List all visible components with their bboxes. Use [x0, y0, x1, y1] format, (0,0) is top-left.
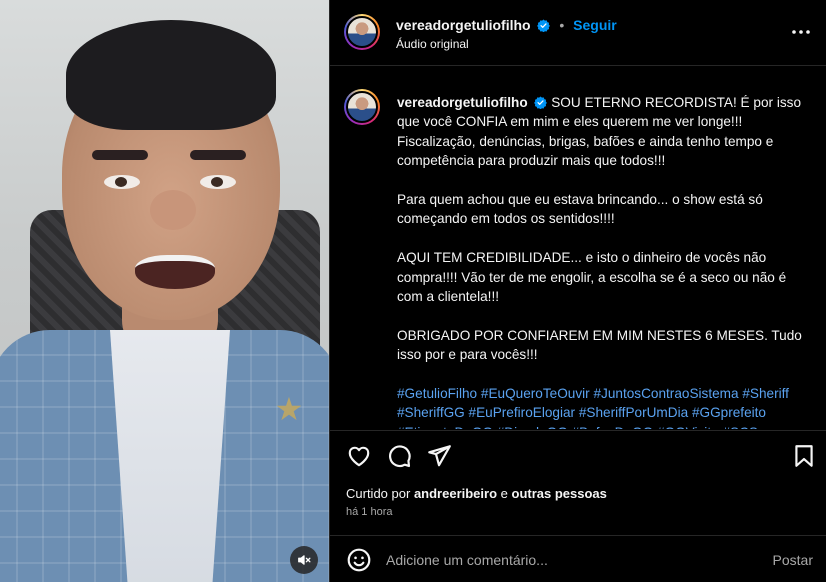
action-bar — [330, 430, 826, 480]
likes-others-link[interactable]: outras pessoas — [512, 486, 607, 501]
muted-speaker-icon — [298, 555, 311, 565]
video-left-brow — [92, 150, 148, 160]
hashtag-link[interactable]: #JuntosContraoSistema — [593, 386, 738, 401]
likes-prefix: Curtido por — [346, 486, 411, 501]
post-timestamp[interactable]: há 1 hora — [346, 506, 392, 518]
hashtag-link[interactable]: #SCS — [722, 425, 758, 429]
post-header: vereadorgetuliofilho • Seguir Áudio orig… — [330, 0, 826, 66]
likes-summary: Curtido por andreeribeiro e outras pesso… — [346, 486, 607, 501]
post-caption: vereadorgetuliofilho SOU ETERNO RECORDIS… — [397, 93, 815, 429]
verified-badge-icon — [534, 96, 548, 109]
video-hair — [66, 20, 276, 130]
hashtag-link[interactable]: #BafaoDoGG — [572, 425, 654, 429]
follow-button[interactable]: Seguir — [573, 17, 617, 33]
video-mouth — [135, 255, 215, 289]
caption-section: vereadorgetuliofilho SOU ETERNO RECORDIS… — [330, 67, 826, 429]
hashtag-link[interactable]: #GGVisita — [657, 425, 719, 429]
more-options-icon — [792, 30, 810, 34]
comment-bar: Postar — [330, 535, 826, 582]
share-button[interactable] — [426, 443, 452, 469]
video-right-eye — [200, 175, 236, 189]
video-nose — [150, 190, 196, 230]
video-left-eye — [104, 175, 140, 189]
post-details-panel: vereadorgetuliofilho • Seguir Áudio orig… — [329, 0, 826, 582]
caption-paragraph: OBRIGADO POR CONFIAREM EM MIM NESTES 6 M… — [397, 327, 802, 363]
audio-label[interactable]: Áudio original — [396, 37, 469, 51]
hashtag-link[interactable]: #EtiquetaDoGG — [397, 425, 493, 429]
caption-paragraph: AQUI TEM CREDIBILIDADE... e isto o dinhe… — [397, 250, 787, 305]
reel-video[interactable]: ★ — [0, 0, 329, 582]
hashtag-link[interactable]: #EuQueroTeOuvir — [481, 386, 590, 401]
like-button[interactable] — [346, 443, 372, 469]
comment-input[interactable] — [386, 549, 746, 571]
sheriff-star-icon: ★ — [274, 391, 304, 427]
hashtag-link[interactable]: #SheriffPorUmDia — [579, 405, 688, 420]
hashtag-link[interactable]: #SheriffGG — [397, 405, 465, 420]
liked-by-user[interactable]: andreeribeiro — [414, 486, 497, 501]
header-separator: • — [559, 17, 565, 33]
video-right-brow — [190, 150, 246, 160]
author-username[interactable]: vereadorgetuliofilho — [396, 17, 531, 33]
caption-author-avatar[interactable] — [344, 89, 380, 125]
caption-username[interactable]: vereadorgetuliofilho — [397, 95, 528, 110]
hashtag-link[interactable]: #EuPrefiroElogiar — [469, 405, 576, 420]
author-avatar[interactable] — [344, 14, 380, 50]
more-options-button[interactable] — [789, 20, 813, 44]
emoji-button[interactable] — [346, 547, 372, 573]
save-button[interactable] — [791, 443, 817, 469]
verified-badge-icon — [537, 19, 551, 32]
hashtag-link[interactable]: #GetulioFilho — [397, 386, 477, 401]
hashtag-link[interactable]: #DicadoGG — [497, 425, 568, 429]
hashtag-link[interactable]: #GGprefeito — [692, 405, 766, 420]
likes-and: e — [500, 486, 508, 501]
hashtag-link[interactable]: #Sheriff — [742, 386, 789, 401]
mute-button[interactable] — [290, 546, 318, 574]
video-shirt — [110, 330, 230, 582]
caption-paragraph: Para quem achou que eu estava brincando.… — [397, 192, 763, 227]
post-comment-button[interactable]: Postar — [773, 552, 813, 568]
comment-button[interactable] — [386, 443, 412, 469]
hashtag-list: #GetulioFilho #EuQueroTeOuvir #JuntosCon… — [397, 384, 815, 429]
